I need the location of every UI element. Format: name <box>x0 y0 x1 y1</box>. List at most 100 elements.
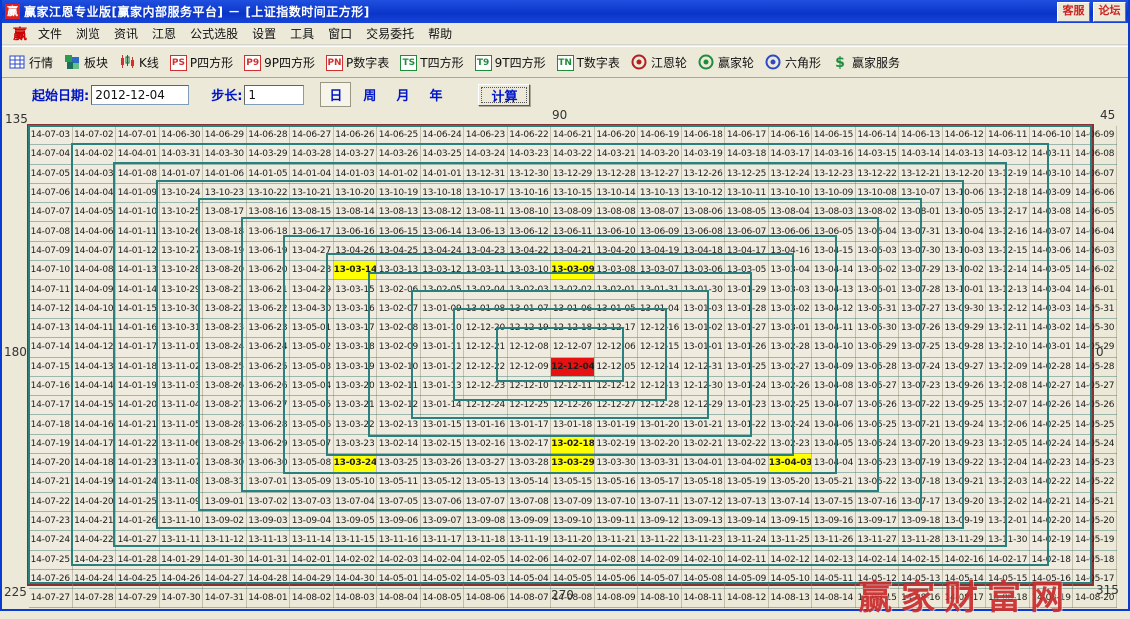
grid-cell[interactable]: 14-01-30 <box>203 550 247 569</box>
grid-cell[interactable]: 13-09-07 <box>420 511 464 530</box>
grid-cell[interactable]: 13-09-12 <box>638 511 682 530</box>
grid-cell[interactable]: 14-05-25 <box>1073 415 1117 434</box>
grid-cell[interactable]: 13-03-06 <box>681 261 725 280</box>
grid-cell[interactable]: 13-07-04 <box>333 492 377 511</box>
grid-cell[interactable]: 13-10-06 <box>942 183 986 202</box>
grid-cell[interactable]: 14-07-08 <box>29 222 72 241</box>
grid-cell[interactable]: 13-01-22 <box>725 415 769 434</box>
grid-cell[interactable]: 13-11-14 <box>290 531 334 550</box>
grid-cell[interactable]: 14-04-30 <box>333 569 377 588</box>
grid-cell[interactable]: 14-08-01 <box>246 589 290 608</box>
grid-cell[interactable]: 13-05-22 <box>855 473 899 492</box>
grid-cell[interactable]: 14-07-03 <box>29 126 72 145</box>
grid-cell[interactable]: 13-08-30 <box>203 454 247 473</box>
grid-cell[interactable]: 14-05-07 <box>638 569 682 588</box>
grid-cell[interactable]: 13-11-30 <box>986 531 1030 550</box>
grid-cell[interactable]: 14-04-26 <box>159 569 203 588</box>
grid-cell[interactable]: 14-06-15 <box>812 126 856 145</box>
grid-cell[interactable]: 14-03-12 <box>986 145 1030 164</box>
grid-cell[interactable]: 13-04-11 <box>812 318 856 337</box>
grid-cell[interactable]: 14-01-15 <box>116 299 160 318</box>
grid-cell[interactable]: 14-04-10 <box>72 299 116 318</box>
grid-cell[interactable]: 12-12-28 <box>638 396 682 415</box>
grid-cell[interactable]: 13-12-31 <box>464 164 508 183</box>
grid-cell[interactable]: 13-08-21 <box>203 280 247 299</box>
grid-cell[interactable]: 13-10-28 <box>159 261 203 280</box>
grid-cell[interactable]: 13-01-28 <box>725 299 769 318</box>
grid-cell[interactable]: 14-04-05 <box>72 203 116 222</box>
grid-cell[interactable]: 14-03-18 <box>725 145 769 164</box>
grid-cell[interactable]: 13-10-23 <box>203 183 247 202</box>
grid-cell[interactable]: 13-12-13 <box>986 280 1030 299</box>
grid-cell[interactable]: 13-03-24 <box>333 454 377 473</box>
grid-cell[interactable]: 13-09-26 <box>942 376 986 395</box>
grid-cell[interactable]: 13-10-19 <box>377 183 421 202</box>
grid-cell[interactable]: 13-02-17 <box>507 434 551 453</box>
grid-cell[interactable]: 13-12-08 <box>986 376 1030 395</box>
menu-item-设置[interactable]: 设置 <box>245 23 283 44</box>
grid-cell[interactable]: 13-02-28 <box>768 338 812 357</box>
grid-cell[interactable]: 14-01-03 <box>333 164 377 183</box>
grid-cell[interactable]: 13-11-06 <box>159 434 203 453</box>
grid-cell[interactable]: 13-06-06 <box>768 222 812 241</box>
grid-cell[interactable]: 14-03-22 <box>551 145 595 164</box>
grid-cell[interactable]: 13-03-13 <box>377 261 421 280</box>
grid-cell[interactable]: 12-12-14 <box>638 357 682 376</box>
grid-cell[interactable]: 14-01-14 <box>116 280 160 299</box>
grid-cell[interactable]: 13-11-29 <box>942 531 986 550</box>
grid-cell[interactable]: 14-03-03 <box>1029 299 1073 318</box>
grid-cell[interactable]: 14-01-10 <box>116 203 160 222</box>
grid-cell[interactable]: 13-06-22 <box>246 299 290 318</box>
grid-cell[interactable]: 14-06-07 <box>1073 164 1117 183</box>
grid-cell[interactable]: 13-12-29 <box>551 164 595 183</box>
grid-cell[interactable]: 14-08-10 <box>638 589 682 608</box>
grid-cell[interactable]: 13-04-22 <box>507 241 551 260</box>
tool-K线[interactable]: K线 <box>117 53 161 72</box>
grid-cell[interactable]: 14-07-28 <box>72 589 116 608</box>
grid-cell[interactable]: 13-04-30 <box>290 299 334 318</box>
grid-cell[interactable]: 14-08-11 <box>681 589 725 608</box>
grid-cell[interactable]: 14-03-11 <box>1029 145 1073 164</box>
grid-cell[interactable]: 14-06-09 <box>1073 126 1117 145</box>
grid-cell[interactable]: 12-12-31 <box>681 357 725 376</box>
grid-cell[interactable]: 14-03-14 <box>899 145 943 164</box>
grid-cell[interactable]: 13-06-29 <box>246 434 290 453</box>
grid-cell[interactable]: 13-05-31 <box>855 299 899 318</box>
grid-cell[interactable]: 14-05-23 <box>1073 454 1117 473</box>
grid-cell[interactable]: 14-01-24 <box>116 473 160 492</box>
grid-cell[interactable]: 13-04-23 <box>464 241 508 260</box>
grid-cell[interactable]: 13-02-14 <box>377 434 421 453</box>
grid-cell[interactable]: 13-04-24 <box>420 241 464 260</box>
grid-cell[interactable]: 14-06-01 <box>1073 280 1117 299</box>
grid-cell[interactable]: 12-12-11 <box>551 376 595 395</box>
grid-cell[interactable]: 13-04-04 <box>812 454 856 473</box>
grid-cell[interactable]: 14-06-21 <box>551 126 595 145</box>
grid-cell[interactable]: 13-02-22 <box>725 434 769 453</box>
grid-cell[interactable]: 12-12-20 <box>464 318 508 337</box>
grid-cell[interactable]: 13-01-15 <box>420 415 464 434</box>
grid-cell[interactable]: 12-12-09 <box>507 357 551 376</box>
grid-cell[interactable]: 13-01-19 <box>594 415 638 434</box>
grid-cell[interactable]: 13-10-17 <box>464 183 508 202</box>
grid-cell[interactable]: 13-03-16 <box>333 299 377 318</box>
grid-cell[interactable]: 14-06-12 <box>942 126 986 145</box>
tool-9T四方形[interactable]: T99T四方形 <box>473 53 548 72</box>
grid-cell[interactable]: 14-01-08 <box>116 164 160 183</box>
grid-cell[interactable]: 14-05-28 <box>1073 357 1117 376</box>
grid-cell[interactable]: 14-07-23 <box>29 511 72 530</box>
grid-cell[interactable]: 13-05-08 <box>290 454 334 473</box>
grid-cell[interactable]: 13-12-11 <box>986 318 1030 337</box>
grid-cell[interactable]: 13-03-20 <box>333 376 377 395</box>
grid-cell[interactable]: 14-03-16 <box>812 145 856 164</box>
grid-cell[interactable]: 12-12-15 <box>638 338 682 357</box>
grid-cell[interactable]: 14-07-07 <box>29 203 72 222</box>
grid-cell[interactable]: 14-06-16 <box>768 126 812 145</box>
grid-cell[interactable]: 14-02-15 <box>899 550 943 569</box>
grid-cell[interactable]: 14-06-05 <box>1073 203 1117 222</box>
grid-cell[interactable]: 13-07-21 <box>899 415 943 434</box>
grid-cell[interactable]: 12-12-05 <box>594 357 638 376</box>
grid-cell[interactable]: 13-08-26 <box>203 376 247 395</box>
grid-cell[interactable]: 14-03-09 <box>1029 183 1073 202</box>
grid-cell[interactable]: 13-09-02 <box>203 511 247 530</box>
grid-cell[interactable]: 13-04-18 <box>681 241 725 260</box>
